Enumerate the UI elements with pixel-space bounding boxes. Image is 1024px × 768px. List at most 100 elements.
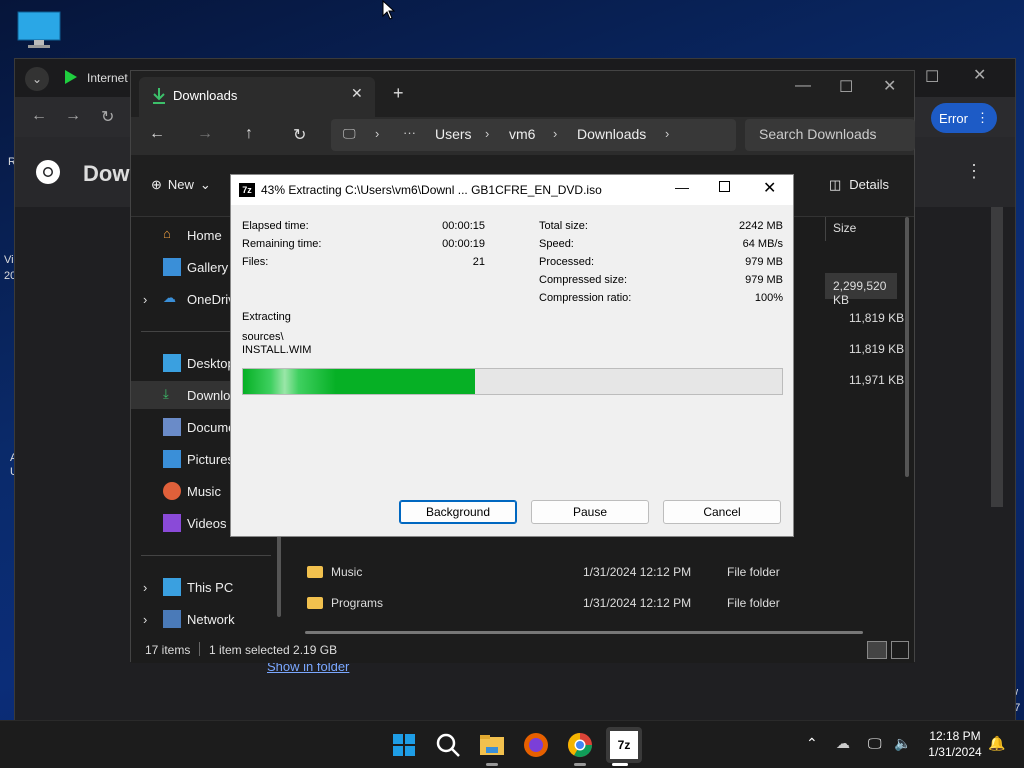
refresh-icon[interactable]: ↻ xyxy=(293,125,306,145)
new-tab-icon[interactable]: + xyxy=(393,83,404,104)
new-button[interactable]: ⊕ New ⌄ xyxy=(151,177,211,193)
notification-bell-icon[interactable]: 🔔 xyxy=(988,735,1005,752)
chevron-down-icon: ⌄ xyxy=(199,177,211,192)
forward-icon[interactable]: → xyxy=(197,125,213,143)
document-icon xyxy=(163,418,181,436)
chevron-right-icon[interactable]: › xyxy=(143,292,147,307)
tab-search-icon[interactable]: ⌄ xyxy=(25,67,49,91)
address-bar[interactable]: 🖵 › ··· Users › vm6 › Downloads › xyxy=(331,119,736,151)
7zip-taskbar-icon[interactable]: 7z xyxy=(610,731,638,759)
explorer-close-icon[interactable]: ✕ xyxy=(883,76,896,96)
dialog-maximize-icon[interactable] xyxy=(719,181,730,192)
table-row[interactable]: Music 1/31/2024 12:12 PM File folder xyxy=(307,559,807,585)
pause-button[interactable]: Pause xyxy=(531,500,649,524)
flag-icon xyxy=(65,70,77,84)
operation-label: Extracting xyxy=(242,311,291,323)
sidebar-item-this-pc[interactable]: › This PC xyxy=(131,573,281,601)
chrome-more-icon[interactable]: ⋮ xyxy=(965,161,983,182)
speed-value: 64 MB/s xyxy=(742,238,783,250)
chevron-right-icon[interactable]: › xyxy=(143,612,147,627)
folder-icon xyxy=(307,566,323,578)
network-monitor-icon[interactable]: 🖵 xyxy=(868,735,882,752)
chrome-back-icon[interactable]: ← xyxy=(31,107,47,125)
column-divider xyxy=(825,217,826,241)
home-icon: ⌂ xyxy=(163,226,171,241)
chrome-maximize-icon[interactable]: ☐ xyxy=(925,67,939,87)
elapsed-time-label: Elapsed time: xyxy=(242,220,309,232)
file-date: 1/31/2024 12:12 PM xyxy=(583,565,692,579)
selection-info: 1 item selected 2.19 GB xyxy=(209,643,338,657)
search-icon[interactable] xyxy=(434,731,462,759)
search-input[interactable]: Search Downloads xyxy=(745,119,915,151)
compression-ratio-value: 100% xyxy=(754,292,783,304)
clock-time[interactable]: 12:18 PM xyxy=(918,729,992,743)
file-explorer-icon[interactable] xyxy=(478,731,506,759)
back-icon[interactable]: ← xyxy=(149,125,165,143)
background-button[interactable]: Background xyxy=(399,500,517,524)
plus-circle-icon: ⊕ xyxy=(151,177,162,192)
progress-fill xyxy=(243,369,475,394)
explorer-tabbar: Downloads ✕ + — ☐ ✕ xyxy=(131,71,914,117)
breadcrumb-users[interactable]: Users xyxy=(435,126,472,142)
tab-close-icon[interactable]: ✕ xyxy=(351,85,363,102)
chrome-forward-icon[interactable]: → xyxy=(65,107,81,125)
chrome-reload-icon[interactable]: ↻ xyxy=(101,107,114,127)
processed-label: Processed: xyxy=(539,256,595,268)
file-name: Programs xyxy=(331,596,384,610)
start-windows-icon[interactable] xyxy=(390,731,418,759)
volume-muted-icon[interactable]: 🔈 xyxy=(894,735,911,752)
cancel-button[interactable]: Cancel xyxy=(663,500,781,524)
file-date: 1/31/2024 12:12 PM xyxy=(583,596,692,610)
new-label: New xyxy=(167,177,194,192)
music-icon xyxy=(163,482,181,500)
chrome-tab-label[interactable]: Internet xyxy=(87,71,128,85)
chevron-right-icon: › xyxy=(485,126,490,141)
dialog-titlebar: 7z 43% Extracting C:\Users\vm6\Downl ...… xyxy=(231,175,793,205)
size-column-header[interactable]: Size xyxy=(833,221,856,235)
chevron-right-icon[interactable]: › xyxy=(143,580,147,595)
7zip-icon: 7z xyxy=(239,183,255,197)
compressed-size-label: Compressed size: xyxy=(539,274,628,286)
sidebar-item-network[interactable]: › Network xyxy=(131,605,281,633)
explorer-tab-downloads[interactable]: Downloads ✕ xyxy=(139,77,375,117)
horizontal-scrollbar[interactable] xyxy=(305,631,863,634)
dialog-minimize-icon[interactable]: — xyxy=(675,179,689,195)
computer-icon xyxy=(163,578,181,596)
onedrive-offline-icon[interactable]: ☁ xyxy=(836,735,850,752)
sidebar-item-label: Desktop xyxy=(187,355,235,371)
explorer-maximize-icon[interactable]: ☐ xyxy=(839,77,853,97)
files-value: 21 xyxy=(472,256,485,268)
breadcrumb-vm6[interactable]: vm6 xyxy=(509,126,535,142)
file-size: 11,971 KB xyxy=(849,373,905,387)
chrome-close-icon[interactable]: ✕ xyxy=(973,65,986,85)
file-type: File folder xyxy=(727,596,780,610)
explorer-minimize-icon[interactable]: — xyxy=(795,77,811,95)
active-indicator xyxy=(612,763,628,766)
monitor-icon: 🖵 xyxy=(343,126,356,141)
this-pc-desktop-icon[interactable] xyxy=(16,10,62,50)
up-icon[interactable]: ↑ xyxy=(245,125,253,143)
details-button[interactable]: ◫ Details xyxy=(829,177,889,193)
tiles-view-icon[interactable] xyxy=(891,641,909,659)
ellipsis-icon[interactable]: ··· xyxy=(403,125,416,140)
details-view-icon[interactable] xyxy=(867,641,887,659)
clock-date[interactable]: 1/31/2024 xyxy=(918,745,992,759)
chrome-icon[interactable] xyxy=(566,731,594,759)
chrome-scrollbar[interactable] xyxy=(991,207,1003,507)
dialog-close-icon[interactable]: ✕ xyxy=(763,178,776,198)
details-pane-icon: ◫ xyxy=(829,177,842,192)
running-indicator xyxy=(574,763,586,766)
files-label: Files: xyxy=(242,256,269,268)
desktop-icon xyxy=(163,354,181,372)
chrome-error-button[interactable]: Error ⋮ xyxy=(931,103,997,133)
remaining-time-value: 00:00:19 xyxy=(442,238,485,250)
desktop-edge-text: Vi xyxy=(4,254,14,266)
content-scrollbar[interactable] xyxy=(905,217,909,477)
file-size: 11,819 KB xyxy=(849,311,905,325)
file-size: 2,299,520 KB xyxy=(833,279,887,307)
table-row[interactable]: Programs 1/31/2024 12:12 PM File folder xyxy=(307,590,807,616)
firefox-icon[interactable] xyxy=(522,731,550,759)
gallery-icon xyxy=(163,258,181,276)
breadcrumb-downloads[interactable]: Downloads xyxy=(577,126,646,142)
show-hidden-icons-chevron-up-icon[interactable]: ⌃ xyxy=(806,735,818,752)
